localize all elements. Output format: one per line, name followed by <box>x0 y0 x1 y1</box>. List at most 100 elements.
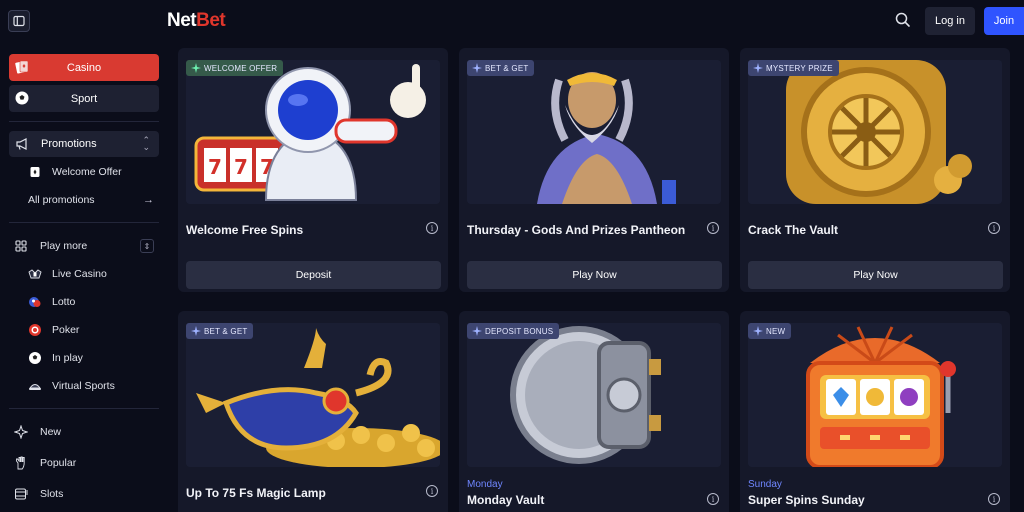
info-icon[interactable]: i <box>988 493 1000 505</box>
slots-label: Slots <box>40 488 64 500</box>
sparkle-icon <box>14 425 28 439</box>
sidebar-item-lotto[interactable]: Lotto <box>9 291 159 313</box>
sparkle-icon <box>472 326 482 336</box>
slot-machine-image <box>748 323 1002 467</box>
lotto-label: Lotto <box>52 296 76 308</box>
offer-badge: MYSTERY PRIZE <box>748 60 839 76</box>
poker-chip-icon <box>28 323 42 337</box>
sparkle-icon <box>753 63 763 73</box>
offer-badge: NEW <box>748 323 792 339</box>
badge-label: DEPOSIT BONUS <box>485 326 554 336</box>
all-promotions-label: All promotions <box>28 194 95 206</box>
sidebar-item-all-promotions[interactable]: All promotions → <box>9 189 159 211</box>
casino-cards-icon <box>14 59 30 75</box>
play-now-button[interactable]: Play Now <box>467 261 722 289</box>
steel-vault-image <box>467 323 721 467</box>
top-header: NetBet Log in Join <box>0 0 1024 42</box>
sparkle-icon <box>472 63 482 73</box>
popular-hand-icon <box>14 456 28 470</box>
card-title: Monday Vault <box>467 493 545 507</box>
deposit-button[interactable]: Deposit <box>186 261 441 289</box>
sidebar-item-in-play[interactable]: In play <box>9 347 159 369</box>
virtual-sports-icon <box>28 379 42 393</box>
info-icon[interactable]: i <box>707 222 719 234</box>
grid-icon <box>14 239 28 253</box>
promotions-grid: 7 7 7 WELCOME OFFER Welcome Free Spins i… <box>168 42 1024 512</box>
sidebar: Casino Sport Promotions ⌃ ⌄ Welcome Offer… <box>0 42 168 512</box>
card-day-label: Sunday <box>748 479 782 490</box>
sidebar-item-popular[interactable]: Popular <box>9 452 159 474</box>
offer-badge: DEPOSIT BONUS <box>467 323 560 339</box>
live-casino-icon <box>28 267 42 281</box>
offer-badge: BET & GET <box>467 60 535 76</box>
soccer-ball-icon <box>28 351 42 365</box>
in-play-label: In play <box>52 352 83 364</box>
badge-label: BET & GET <box>485 63 529 73</box>
sparkle-icon <box>753 326 763 336</box>
svg-text:7: 7 <box>208 155 222 179</box>
sport-label: Sport <box>70 92 98 105</box>
logo-bet-text: Bet <box>196 10 226 31</box>
info-icon[interactable]: i <box>707 493 719 505</box>
sidebar-divider <box>9 121 159 122</box>
join-button[interactable]: Join <box>984 7 1024 35</box>
casino-label: Casino <box>66 61 102 74</box>
promo-card[interactable]: BET & GET Up To 75 Fs Magic Lamp i <box>178 311 448 512</box>
login-button[interactable]: Log in <box>925 7 975 35</box>
sidebar-casino-button[interactable]: Casino <box>9 54 159 81</box>
promo-card[interactable]: DEPOSIT BONUS Monday Monday Vault i <box>459 311 729 512</box>
card-day-label: Monday <box>467 479 503 490</box>
sidebar-item-live-casino[interactable]: Live Casino <box>9 263 159 285</box>
sparkle-icon <box>191 63 201 73</box>
svg-text:7: 7 <box>234 155 248 179</box>
collapse-chevron-icon[interactable]: ⌃ ⌄ <box>142 136 150 152</box>
play-more-section-header[interactable]: Play more ⇕ <box>9 235 159 257</box>
promo-card[interactable]: BET & GET Thursday - Gods And Prizes Pan… <box>459 48 729 292</box>
badge-label: NEW <box>766 326 786 336</box>
sidebar-item-virtual-sports[interactable]: Virtual Sports <box>9 375 159 397</box>
lotto-icon <box>28 295 42 309</box>
astronaut-slot-image: 7 7 7 <box>186 60 440 204</box>
sidebar-item-slots[interactable]: Slots <box>9 483 159 505</box>
slots-icon <box>14 487 28 501</box>
sparkle-icon <box>191 326 201 336</box>
logo-net-text: Net <box>167 10 197 31</box>
arrow-right-icon: → <box>143 194 154 206</box>
sidebar-item-new[interactable]: New <box>9 421 159 443</box>
sidebar-sport-button[interactable]: Sport <box>9 85 159 112</box>
new-label: New <box>40 426 62 438</box>
badge-label: BET & GET <box>204 326 248 336</box>
promo-card[interactable]: MYSTERY PRIZE Crack The Vault i Play Now <box>740 48 1010 292</box>
live-casino-label: Live Casino <box>52 268 107 280</box>
sidebar-item-welcome-offer[interactable]: Welcome Offer <box>9 161 159 183</box>
expand-chevron-icon[interactable]: ⇕ <box>140 239 154 253</box>
promo-card[interactable]: 7 7 7 WELCOME OFFER Welcome Free Spins i… <box>178 48 448 292</box>
poker-label: Poker <box>52 324 80 336</box>
card-title: Welcome Free Spins <box>186 223 304 237</box>
zeus-image <box>467 60 721 204</box>
info-icon[interactable]: i <box>426 485 438 497</box>
netbet-logo[interactable]: NetBet <box>167 10 226 32</box>
search-icon[interactable] <box>894 11 912 29</box>
virtual-sports-label: Virtual Sports <box>52 380 115 392</box>
welcome-offer-label: Welcome Offer <box>52 166 122 178</box>
promotions-section-header[interactable]: Promotions ⌃ ⌄ <box>9 131 159 157</box>
info-icon[interactable]: i <box>988 222 1000 234</box>
badge-label: WELCOME OFFER <box>204 63 278 73</box>
offer-badge: WELCOME OFFER <box>186 60 284 76</box>
golden-vault-image <box>748 60 1002 204</box>
sidebar-toggle-button[interactable] <box>8 10 30 32</box>
welcome-cards-icon <box>28 165 42 179</box>
sidebar-item-poker[interactable]: Poker <box>9 319 159 341</box>
sidebar-panel-icon <box>13 15 25 27</box>
info-icon[interactable]: i <box>426 222 438 234</box>
promotions-label: Promotions <box>41 138 97 150</box>
sidebar-divider <box>9 222 159 223</box>
card-title: Up To 75 Fs Magic Lamp <box>186 486 326 500</box>
sidebar-divider <box>9 408 159 409</box>
popular-label: Popular <box>40 457 77 469</box>
promo-card[interactable]: NEW Sunday Super Spins Sunday i <box>740 311 1010 512</box>
play-now-button[interactable]: Play Now <box>748 261 1003 289</box>
card-title: Crack The Vault <box>748 223 839 237</box>
play-more-label: Play more <box>40 240 88 252</box>
